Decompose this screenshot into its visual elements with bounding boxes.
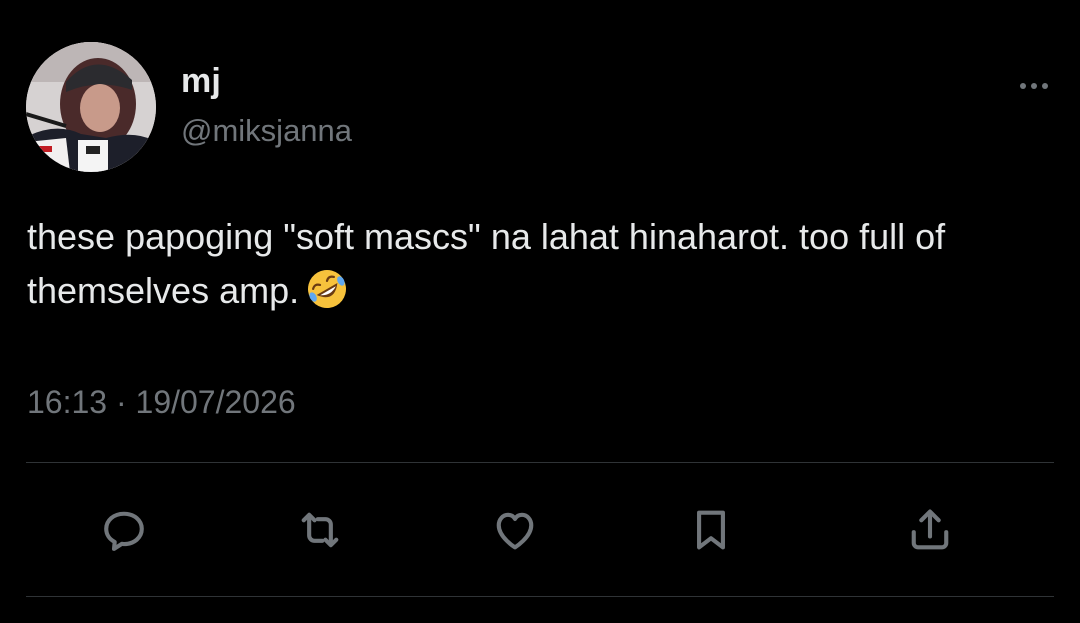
- share-icon: [911, 509, 949, 550]
- rolling-on-the-floor-laughing-emoji-icon: [308, 270, 347, 308]
- tweet-timestamp[interactable]: 16:13 · 19/07/2026: [27, 384, 296, 421]
- bookmark-button[interactable]: [681, 500, 741, 560]
- more-dot: [1020, 83, 1026, 89]
- tweet-card: mj @miksjanna these papoging "soft mascs…: [0, 0, 1080, 623]
- retweet-button[interactable]: [290, 500, 350, 560]
- retweet-icon: [301, 512, 339, 548]
- profile-photo-icon: [26, 42, 156, 172]
- like-icon: [496, 512, 534, 550]
- divider: [26, 462, 1054, 463]
- share-button[interactable]: [900, 500, 960, 560]
- username-handle[interactable]: @miksjanna: [181, 113, 352, 149]
- more-dot: [1031, 83, 1037, 89]
- bookmark-icon: [697, 510, 725, 550]
- more-options-icon[interactable]: [1012, 72, 1056, 100]
- avatar[interactable]: [26, 42, 156, 172]
- tweet-text-content: these papoging "soft mascs" na lahat hin…: [27, 216, 956, 311]
- action-bar: [0, 500, 1080, 560]
- reply-button[interactable]: [94, 500, 154, 560]
- reply-icon: [104, 511, 144, 551]
- tweet-text: these papoging "soft mascs" na lahat hin…: [27, 210, 1057, 318]
- like-button[interactable]: [485, 500, 545, 560]
- more-dot: [1042, 83, 1048, 89]
- divider: [26, 596, 1054, 597]
- display-name[interactable]: mj: [181, 62, 221, 101]
